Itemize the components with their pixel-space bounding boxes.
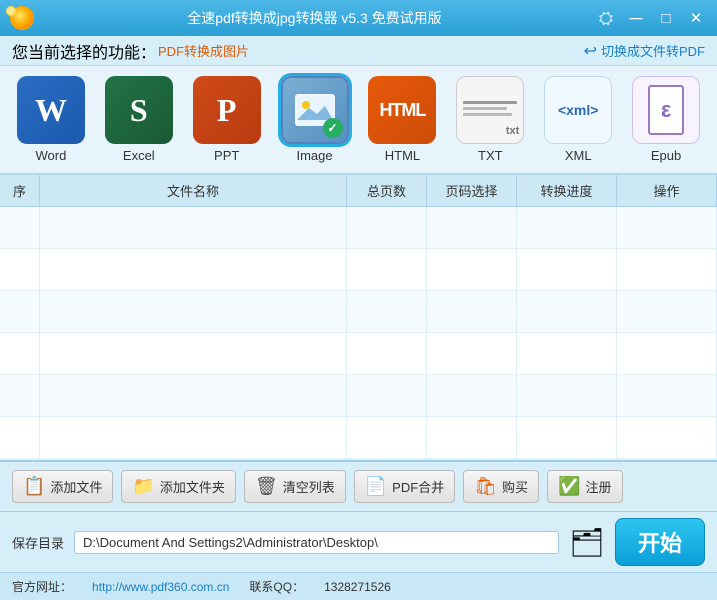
website-url[interactable]: http://www.pdf360.com.cn <box>92 580 229 594</box>
html-label: HTML <box>385 148 420 163</box>
html-icon: HTML <box>368 76 436 144</box>
current-func-name: PDF转换成图片 <box>158 41 249 60</box>
image-check-badge: ✓ <box>323 118 343 138</box>
table-row <box>0 333 717 375</box>
clear-list-label: 清空列表 <box>283 477 335 496</box>
txt-label: TXT <box>478 148 503 163</box>
app-title: 全速pdf转换成jpg转换器 v5.3 免费试用版 <box>34 8 595 28</box>
switch-to-pdf-button[interactable]: ↩ 切换成文件转PDF <box>584 41 705 61</box>
add-folder-icon: 📁 <box>132 476 154 497</box>
format-xml-button[interactable]: <xml> XML <box>539 76 617 163</box>
file-table: 序 文件名称 总页数 页码选择 转换进度 操作 <box>0 175 717 460</box>
col-progress: 转换进度 <box>517 175 617 206</box>
format-ppt-button[interactable]: P PPT <box>188 76 266 163</box>
titlebar: 全速pdf转换成jpg转换器 v5.3 免费试用版 ⛭ ─ □ ✕ <box>0 0 717 36</box>
table-row <box>0 417 717 459</box>
close-button[interactable]: ✕ <box>685 7 707 29</box>
format-image-button[interactable]: ✓ Image <box>276 76 354 163</box>
current-func-prefix: 您当前选择的功能： <box>12 39 156 63</box>
switch-btn-label: 切换成文件转PDF <box>601 41 705 60</box>
app-logo <box>10 6 34 30</box>
xml-icon: <xml> <box>544 76 612 144</box>
save-dir-path[interactable]: D:\Document And Settings2\Administrator\… <box>74 531 559 554</box>
save-dir-label: 保存目录 <box>12 533 64 552</box>
qq-label: 联系QQ： <box>249 578 304 595</box>
xml-label: XML <box>565 148 592 163</box>
buy-button[interactable]: 🛍 购买 <box>463 470 539 503</box>
register-label: 注册 <box>585 477 611 496</box>
qq-number: 1328271526 <box>324 580 391 594</box>
col-seq: 序 <box>0 175 40 206</box>
excel-label: Excel <box>123 148 155 163</box>
format-word-button[interactable]: W Word <box>12 76 90 163</box>
pdf-merge-icon: 📄 <box>365 476 387 497</box>
format-toolbar: W Word S Excel P PPT <box>0 66 717 175</box>
table-body <box>0 207 717 459</box>
browse-folder-button[interactable]: 🗂 <box>569 527 605 557</box>
col-page-select: 页码选择 <box>427 175 517 206</box>
word-label: Word <box>36 148 67 163</box>
format-excel-button[interactable]: S Excel <box>100 76 178 163</box>
txt-icon: txt <box>456 76 524 144</box>
add-folder-label: 添加文件夹 <box>160 477 225 496</box>
table-row <box>0 375 717 417</box>
pdf-merge-label: PDF合并 <box>392 477 444 496</box>
col-filename: 文件名称 <box>40 175 347 206</box>
add-file-icon: 📋 <box>23 476 45 497</box>
save-directory-bar: 保存目录 D:\Document And Settings2\Administr… <box>0 511 717 572</box>
clear-list-button[interactable]: 🗑 清空列表 <box>244 470 346 503</box>
format-epub-button[interactable]: ε Epub <box>627 76 705 163</box>
register-icon: ✅ <box>558 476 580 497</box>
table-row <box>0 207 717 249</box>
epub-icon: ε <box>632 76 700 144</box>
col-pages: 总页数 <box>347 175 427 206</box>
start-button[interactable]: 开始 <box>615 518 705 566</box>
website-label: 官方网址： <box>12 578 72 595</box>
format-txt-button[interactable]: txt TXT <box>451 76 529 163</box>
add-file-label: 添加文件 <box>50 477 102 496</box>
excel-icon: S <box>105 76 173 144</box>
bottom-toolbar: 📋 添加文件 📁 添加文件夹 🗑 清空列表 📄 PDF合并 🛍 购买 ✅ 注册 <box>0 460 717 511</box>
table-header: 序 文件名称 总页数 页码选择 转换进度 操作 <box>0 175 717 207</box>
clear-list-icon: 🗑 <box>255 476 278 497</box>
word-icon: W <box>17 76 85 144</box>
folder-icon: 🗂 <box>569 526 605 559</box>
pdf-merge-button[interactable]: 📄 PDF合并 <box>354 470 455 503</box>
col-action: 操作 <box>617 175 717 206</box>
window-controls: ⛭ ─ □ ✕ <box>595 7 707 29</box>
subtitle-bar: 您当前选择的功能： PDF转换成图片 ↩ 切换成文件转PDF <box>0 36 717 66</box>
add-folder-button[interactable]: 📁 添加文件夹 <box>121 470 235 503</box>
buy-icon: 🛍 <box>474 476 497 497</box>
image-label: Image <box>296 148 332 163</box>
minimize-button[interactable]: ─ <box>625 7 647 29</box>
format-html-button[interactable]: HTML HTML <box>364 76 442 163</box>
register-button[interactable]: ✅ 注册 <box>547 470 622 503</box>
image-icon: ✓ <box>281 76 349 144</box>
add-file-button[interactable]: 📋 添加文件 <box>12 470 113 503</box>
maximize-button[interactable]: □ <box>655 7 677 29</box>
switch-arrow-icon: ↩ <box>584 41 597 61</box>
footer: 官方网址： http://www.pdf360.com.cn 联系QQ： 132… <box>0 572 717 600</box>
table-row <box>0 291 717 333</box>
epub-label: Epub <box>651 148 681 163</box>
ppt-label: PPT <box>214 148 239 163</box>
buy-label: 购买 <box>502 477 528 496</box>
settings-icon[interactable]: ⛭ <box>595 7 617 29</box>
ppt-icon: P <box>193 76 261 144</box>
table-row <box>0 249 717 291</box>
